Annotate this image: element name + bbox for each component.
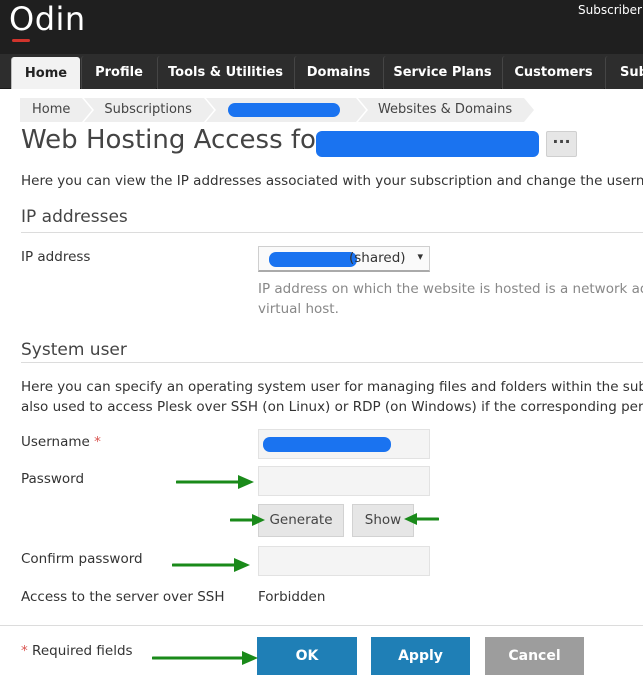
odin-logo[interactable]: Odin xyxy=(9,0,86,38)
apply-button[interactable]: Apply xyxy=(371,637,470,675)
breadcrumb-home[interactable]: Home xyxy=(20,98,95,122)
breadcrumb-subscriptions[interactable]: Subscriptions xyxy=(84,98,216,122)
annotation-arrow-icon xyxy=(230,514,265,526)
system-user-title: System user xyxy=(21,340,127,360)
tab-home[interactable]: Home xyxy=(11,57,80,89)
ip-section-title: IP addresses xyxy=(21,207,128,227)
password-field[interactable] xyxy=(258,466,430,496)
section-divider xyxy=(21,232,643,233)
redacted-ip xyxy=(269,252,357,267)
tab-domains[interactable]: Domains xyxy=(294,56,382,89)
description-line1: Here you can specify an operating system… xyxy=(21,379,643,395)
redacted-username xyxy=(263,437,391,452)
password-label: Password xyxy=(21,471,85,487)
logo-accent xyxy=(12,39,30,42)
main-tabs: Home Profile Tools & Utilities Domains S… xyxy=(0,54,643,89)
annotation-arrow-icon xyxy=(404,513,439,525)
ip-shared-text: (shared) xyxy=(349,250,406,266)
subscriber-info: Subscriber xyxy=(578,2,642,19)
ip-address-select[interactable]: (shared) ▾ xyxy=(258,246,430,272)
chevron-down-icon: ▾ xyxy=(417,250,423,263)
subscriber-line[interactable]: Subscriber xyxy=(578,2,642,19)
ssh-access-value: Forbidden xyxy=(258,589,326,605)
ip-hint-line2: virtual host. xyxy=(258,301,339,317)
required-fields-text: Required fields xyxy=(27,643,133,659)
generate-button[interactable]: Generate xyxy=(258,504,344,537)
page-title: Web Hosting Access for xyxy=(21,125,327,155)
username-label-text: Username xyxy=(21,434,90,450)
tab-subscriptions[interactable]: Sub xyxy=(605,56,643,89)
system-user-description: Here you can specify an operating system… xyxy=(21,377,643,417)
required-fields-note: * Required fields xyxy=(21,643,133,659)
tab-profile[interactable]: Profile xyxy=(81,56,156,89)
cancel-button[interactable]: Cancel xyxy=(485,637,584,675)
annotation-arrow-icon xyxy=(152,651,258,665)
breadcrumb-subscription-name[interactable] xyxy=(205,98,368,122)
ip-hint-line1: IP address on which the website is hoste… xyxy=(258,281,643,297)
section-divider xyxy=(21,362,643,363)
redacted-domain xyxy=(227,102,340,117)
required-mark: * xyxy=(21,643,28,659)
username-label: Username * xyxy=(21,434,101,450)
redacted-domain-title xyxy=(316,131,539,157)
footer-divider xyxy=(0,625,643,626)
annotation-arrow-icon xyxy=(172,558,250,572)
annotation-arrow-icon xyxy=(176,475,254,489)
description-line2: also used to access Plesk over SSH (on L… xyxy=(21,399,643,415)
tab-customers[interactable]: Customers xyxy=(502,56,604,89)
ssh-access-label: Access to the server over SSH xyxy=(21,589,225,605)
username-field[interactable] xyxy=(258,429,430,459)
ip-hint: IP address on which the website is hoste… xyxy=(258,279,643,319)
tab-tools-utilities[interactable]: Tools & Utilities xyxy=(157,56,293,89)
ip-address-label: IP address xyxy=(21,249,91,265)
breadcrumb-websites-domains[interactable]: Websites & Domains xyxy=(357,98,537,122)
breadcrumb: Home Subscriptions Websites & Domains xyxy=(20,98,537,122)
confirm-password-field[interactable] xyxy=(258,546,430,576)
confirm-password-label: Confirm password xyxy=(21,551,143,567)
top-header: Odin Subscriber xyxy=(0,0,643,54)
intro-text: Here you can view the IP addresses assoc… xyxy=(21,173,643,189)
more-actions-button[interactable]: ··· xyxy=(546,131,577,157)
tab-service-plans[interactable]: Service Plans xyxy=(383,56,501,89)
required-mark: * xyxy=(94,434,101,450)
ok-button[interactable]: OK xyxy=(257,637,357,675)
